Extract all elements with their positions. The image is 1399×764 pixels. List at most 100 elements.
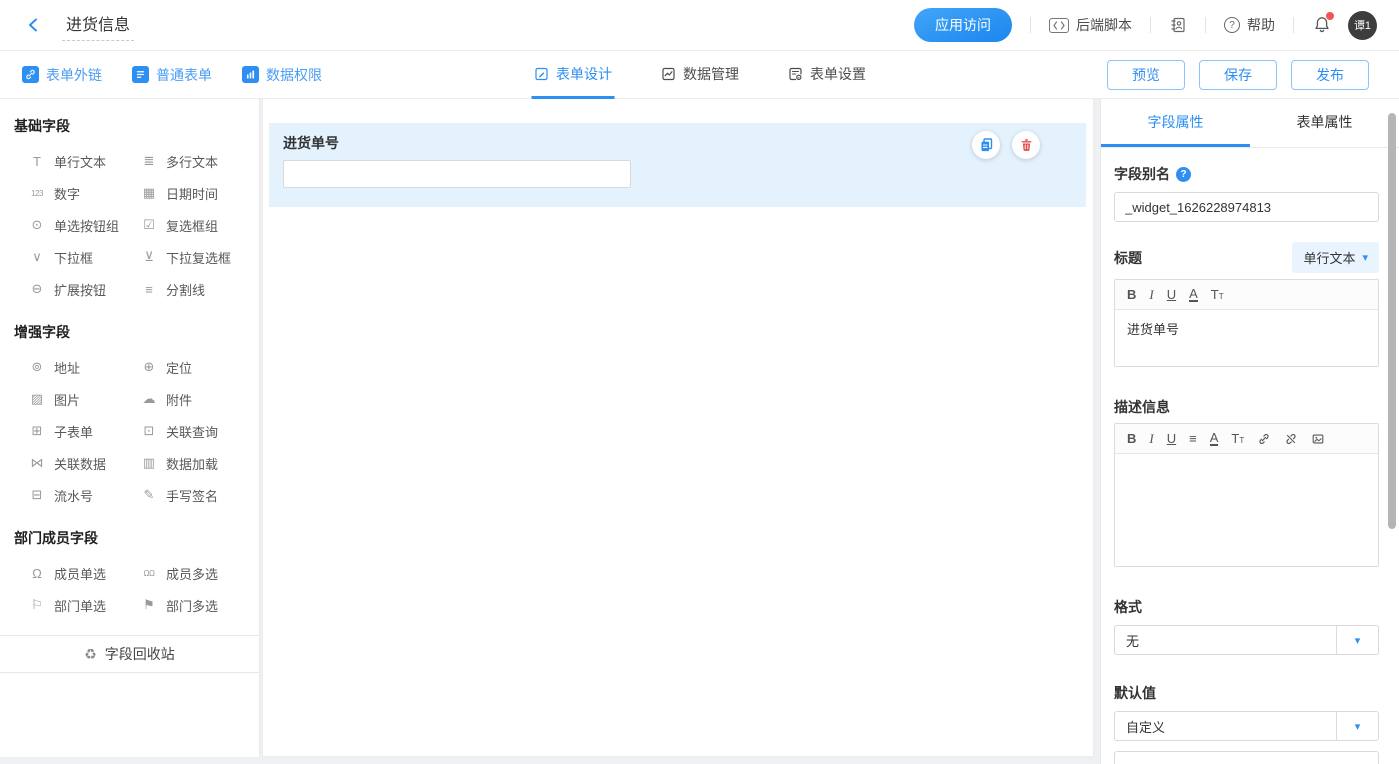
font-size-button[interactable]: TT <box>1211 288 1224 301</box>
field-item-datetime[interactable]: ▦日期时间 <box>140 177 252 209</box>
tab-form-properties[interactable]: 表单属性 <box>1250 99 1399 147</box>
main-tabs: 表单设计 数据管理 表单设置 <box>531 51 868 99</box>
field-item-image[interactable]: ▨图片 <box>28 383 140 415</box>
field-item-dropdown[interactable]: ∨下拉框 <box>28 241 140 273</box>
section-title-enhanced-fields: 增强字段 <box>0 305 259 351</box>
field-label: 进货单号 <box>283 133 1072 153</box>
font-color-button[interactable]: A <box>1210 431 1219 446</box>
insert-image-icon[interactable] <box>1311 432 1325 446</box>
underline-button[interactable]: U <box>1167 288 1176 301</box>
link-icon <box>22 66 39 83</box>
linked-data-icon: ⋈ <box>28 455 46 471</box>
title-type-dropdown[interactable]: 单行文本 ▾ <box>1292 242 1379 273</box>
default-value-label: 默认值 <box>1114 683 1379 703</box>
form-paper[interactable]: 进货单号 <box>262 99 1094 757</box>
field-item-dept-multi[interactable]: ⚑部门多选 <box>140 589 252 621</box>
panel-scrollbar[interactable] <box>1388 113 1396 529</box>
avatar[interactable]: 谭1 <box>1348 11 1377 40</box>
save-button[interactable]: 保存 <box>1199 60 1277 90</box>
app-header: 进货信息 应用访问 后端脚本 ? 帮助 <box>0 0 1399 51</box>
backend-script-button[interactable]: 后端脚本 <box>1049 15 1132 35</box>
tab-data-manage[interactable]: 数据管理 <box>658 51 741 99</box>
copy-icon <box>979 137 994 153</box>
insert-link-icon[interactable] <box>1257 432 1271 446</box>
title-editor-content[interactable]: 进货单号 <box>1115 310 1378 366</box>
chevron-down-icon: ▾ <box>1355 720 1361 733</box>
bold-button[interactable]: B <box>1127 288 1136 301</box>
field-recycle-bin-button[interactable]: ♻ 字段回收站 <box>0 635 259 673</box>
divider <box>1205 17 1206 33</box>
help-icon[interactable]: ? <box>1176 167 1191 182</box>
multi-line-text-icon: ≣ <box>140 153 158 169</box>
field-item-serial-number[interactable]: ⊟流水号 <box>28 479 140 511</box>
format-select[interactable]: 无 ▾ <box>1114 625 1379 655</box>
chevron-down-icon: ▾ <box>1355 634 1361 647</box>
field-item-signature[interactable]: ✎手写签名 <box>140 479 252 511</box>
data-permission-button[interactable]: 数据权限 <box>242 65 322 85</box>
format-value: 无 <box>1115 626 1336 654</box>
app-access-button[interactable]: 应用访问 <box>914 8 1012 42</box>
form-external-link-button[interactable]: 表单外链 <box>22 65 102 85</box>
field-alias-input[interactable] <box>1114 192 1379 222</box>
field-item-linked-query[interactable]: ⊡关联查询 <box>140 415 252 447</box>
divider <box>1293 17 1294 33</box>
delete-field-button[interactable] <box>1012 131 1040 159</box>
tab-form-settings[interactable]: 表单设置 <box>785 51 868 99</box>
checkbox-icon: ☑ <box>140 217 158 233</box>
italic-button[interactable]: I <box>1149 432 1153 445</box>
description-rich-editor: B I U ≡ A TT <box>1114 423 1379 567</box>
data-permission-label: 数据权限 <box>266 65 322 85</box>
copy-field-button[interactable] <box>972 131 1000 159</box>
field-item-member-multi[interactable]: ΩΩ成员多选 <box>140 557 252 589</box>
field-item-subform[interactable]: ⊞子表单 <box>28 415 140 447</box>
description-label: 描述信息 <box>1114 397 1379 417</box>
section-title-dept-member-fields: 部门成员字段 <box>0 511 259 557</box>
field-item-location[interactable]: ⊕定位 <box>140 351 252 383</box>
field-item-number[interactable]: 123数字 <box>28 177 140 209</box>
field-library-sidebar: 基础字段 T单行文本 ≣多行文本 123数字 ▦日期时间 ⊙单选按钮组 ☑复选框… <box>0 99 260 757</box>
field-item-multi-dropdown[interactable]: ⊻下拉复选框 <box>140 241 252 273</box>
back-icon[interactable] <box>22 13 46 37</box>
font-color-button[interactable]: A <box>1189 287 1198 302</box>
field-item-divider-line[interactable]: ≡分割线 <box>140 273 252 305</box>
tab-field-properties[interactable]: 字段属性 <box>1101 99 1250 147</box>
default-custom-input[interactable] <box>1114 751 1379 764</box>
field-item-extend-button[interactable]: ⊖扩展按钮 <box>28 273 140 305</box>
field-item-address[interactable]: ⊚地址 <box>28 351 140 383</box>
page-title[interactable]: 进货信息 <box>62 9 134 41</box>
field-item-checkbox-group[interactable]: ☑复选框组 <box>140 209 252 241</box>
backend-script-label: 后端脚本 <box>1076 15 1132 35</box>
field-item-member-single[interactable]: Ω成员单选 <box>28 557 140 589</box>
publish-button[interactable]: 发布 <box>1291 60 1369 90</box>
description-editor-content[interactable] <box>1115 454 1378 566</box>
tab-form-design[interactable]: 表单设计 <box>531 51 614 99</box>
field-item-radio-group[interactable]: ⊙单选按钮组 <box>28 209 140 241</box>
align-button[interactable]: ≡ <box>1189 432 1197 445</box>
normal-form-label: 普通表单 <box>156 65 212 85</box>
normal-form-button[interactable]: 普通表单 <box>132 65 212 85</box>
recycle-label: 字段回收站 <box>105 644 175 664</box>
field-item-attachment[interactable]: ☁附件 <box>140 383 252 415</box>
subform-icon: ⊞ <box>28 423 46 439</box>
contact-book-icon[interactable] <box>1169 16 1187 34</box>
help-button[interactable]: ? 帮助 <box>1224 15 1275 35</box>
italic-button[interactable]: I <box>1149 288 1153 301</box>
font-size-button[interactable]: TT <box>1231 432 1244 445</box>
selected-field-block[interactable]: 进货单号 <box>269 123 1086 207</box>
data-permission-icon <box>242 66 259 83</box>
preview-button[interactable]: 预览 <box>1107 60 1185 90</box>
single-line-text-icon: T <box>28 154 46 169</box>
field-item-linked-data[interactable]: ⋈关联数据 <box>28 447 140 479</box>
field-text-input[interactable] <box>283 160 631 188</box>
default-value-select[interactable]: 自定义 ▾ <box>1114 711 1379 741</box>
field-item-multi-line-text[interactable]: ≣多行文本 <box>140 145 252 177</box>
bold-button[interactable]: B <box>1127 432 1136 445</box>
field-item-dept-single[interactable]: ⚐部门单选 <box>28 589 140 621</box>
notification-bell-icon[interactable] <box>1312 15 1332 35</box>
field-item-single-line-text[interactable]: T单行文本 <box>28 145 140 177</box>
underline-button[interactable]: U <box>1167 432 1176 445</box>
remove-link-icon[interactable] <box>1284 432 1298 446</box>
form-external-link-label: 表单外链 <box>46 65 102 85</box>
field-item-data-load[interactable]: ▥数据加载 <box>140 447 252 479</box>
notification-dot <box>1326 12 1334 20</box>
